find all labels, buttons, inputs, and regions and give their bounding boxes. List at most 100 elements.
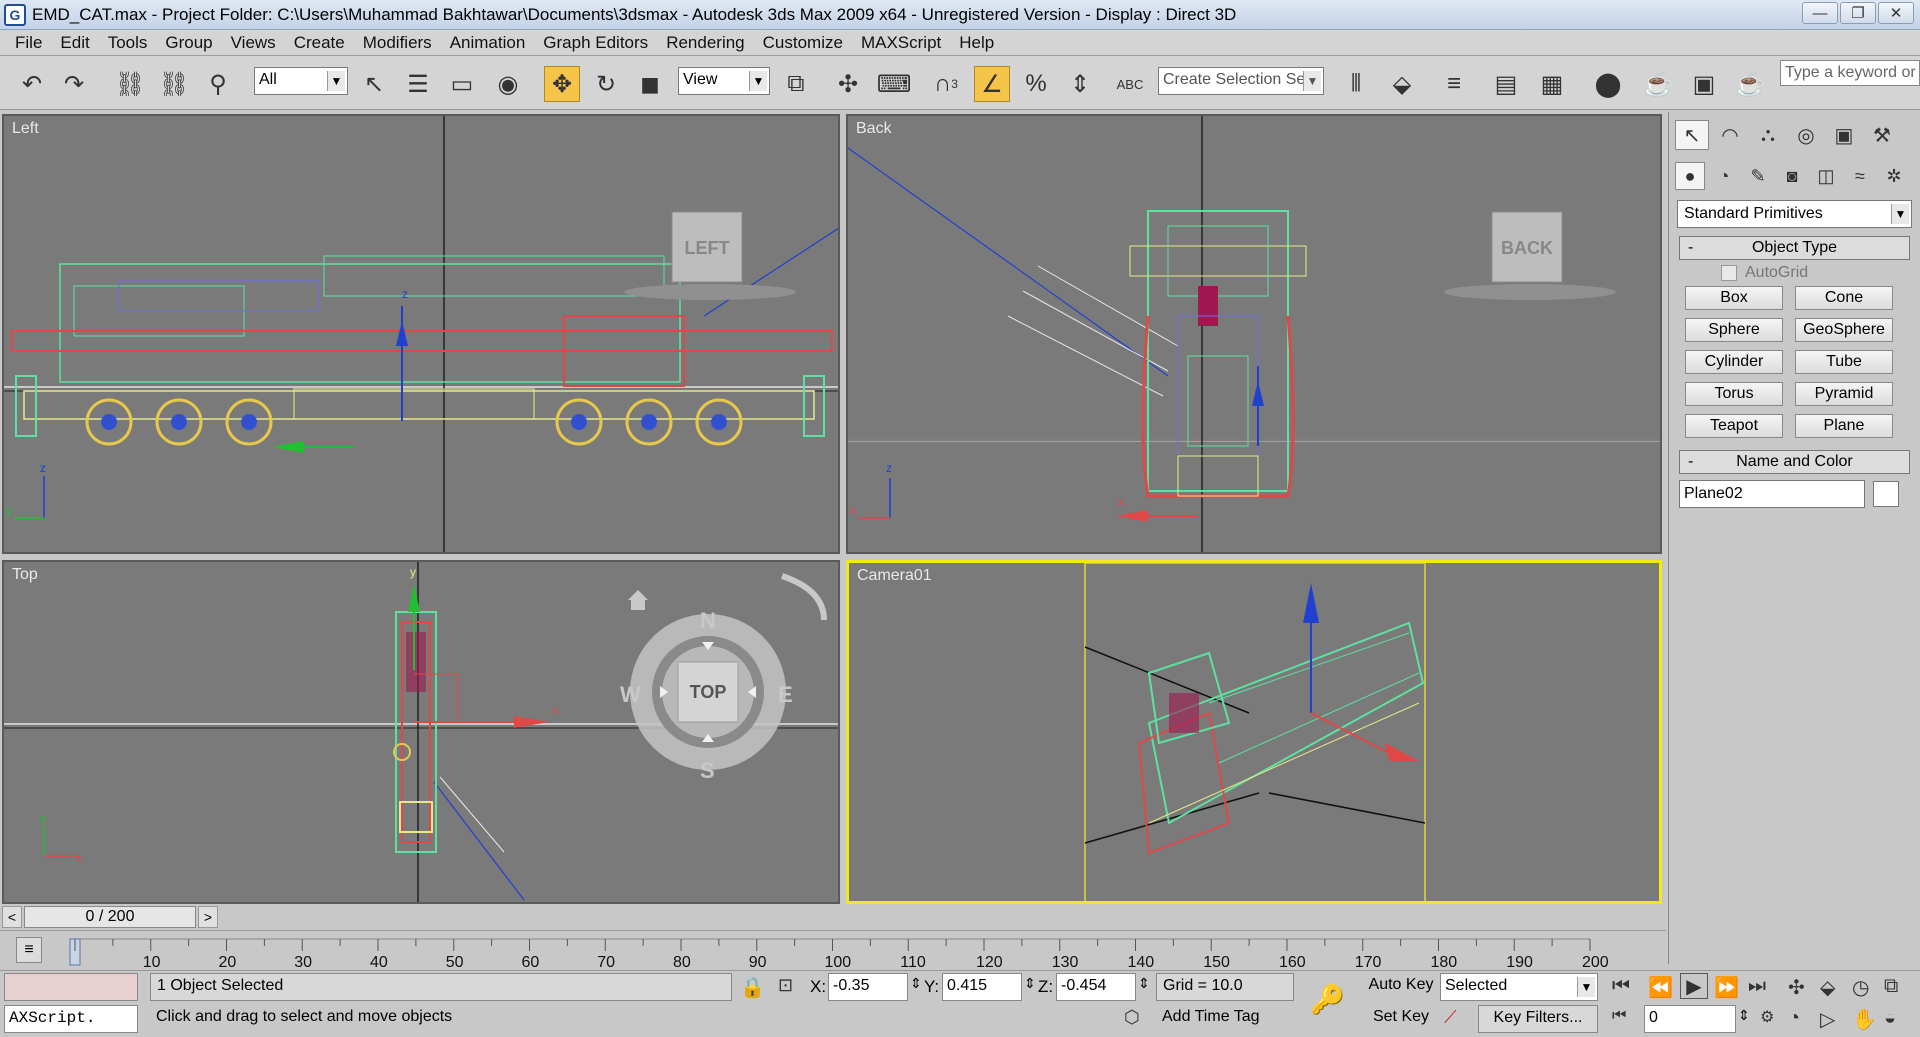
auto-key-button[interactable]: Auto Key [1362, 973, 1440, 1001]
viewcube-face-label[interactable]: TOP [678, 682, 738, 703]
menu-file[interactable]: File [6, 33, 51, 53]
menu-modifiers[interactable]: Modifiers [354, 33, 441, 53]
selection-lock-icon[interactable]: 🔒 [740, 975, 765, 1000]
next-frame-button[interactable]: > [198, 906, 218, 928]
keyboard-shortcut-icon[interactable]: ⌨ [876, 66, 912, 102]
pan-view-icon[interactable]: ✋ [1852, 1007, 1877, 1032]
key-filters-button[interactable]: Key Filters... [1478, 1005, 1598, 1033]
viewport-back[interactable]: x z x Back BACK [846, 114, 1662, 554]
cameras-icon[interactable]: ◙ [1777, 162, 1807, 190]
y-spinner[interactable]: ⇕ [1024, 975, 1036, 992]
pivot-center-icon[interactable]: ⧉ [778, 66, 814, 102]
systems-icon[interactable]: ✲ [1879, 162, 1909, 190]
maxscript-mini-input[interactable]: AXScript. [4, 1005, 138, 1033]
name-and-color-rollout-header[interactable]: - Name and Color [1679, 450, 1910, 474]
zoom-extents-icon[interactable]: ◷ [1852, 975, 1869, 1000]
go-to-end-icon[interactable]: ⏭ [1748, 975, 1766, 998]
viewport-top[interactable]: x y y x Top TOP N S E W [2, 560, 840, 904]
hierarchy-tab-icon[interactable]: ⛬ [1751, 120, 1785, 150]
schematic-view-icon[interactable]: ▦ [1534, 66, 1570, 102]
truck-camera-icon[interactable]: ▷ [1820, 1007, 1835, 1032]
angle-snap-icon[interactable]: ∠ [974, 66, 1010, 102]
motion-tab-icon[interactable]: ◎ [1789, 120, 1823, 150]
viewport-label-left[interactable]: Left [12, 120, 39, 138]
minimize-button[interactable]: — [1802, 2, 1838, 24]
layer-manager-icon[interactable]: ≡ [1436, 66, 1472, 102]
manipulate-icon[interactable]: ✣ [830, 66, 866, 102]
maxscript-listener-mini[interactable] [4, 973, 138, 1001]
object-type-rollout-header[interactable]: - Object Type [1679, 236, 1910, 260]
next-frame-icon[interactable]: ⏩ [1714, 975, 1739, 1000]
z-coordinate-input[interactable]: -0.454 [1056, 973, 1136, 1001]
z-spinner[interactable]: ⇕ [1138, 975, 1150, 992]
space-warps-icon[interactable]: ≈ [1845, 162, 1875, 190]
set-key-icon[interactable]: 🔑 [1310, 983, 1345, 1016]
material-editor-icon[interactable]: ⬤ [1590, 66, 1626, 102]
menu-edit[interactable]: Edit [51, 33, 98, 53]
sphere-button[interactable]: Sphere [1685, 318, 1783, 342]
object-name-input[interactable]: Plane02 [1679, 480, 1865, 508]
pyramid-button[interactable]: Pyramid [1795, 382, 1893, 406]
reference-coordinate-dropdown[interactable]: View ▼ [678, 67, 770, 95]
rectangular-selection-icon[interactable]: ▭ [444, 66, 480, 102]
selection-filter-dropdown[interactable]: All ▼ [254, 67, 348, 95]
rendered-frame-window-icon[interactable]: ▣ [1686, 66, 1722, 102]
menu-customize[interactable]: Customize [754, 33, 852, 53]
geosphere-button[interactable]: GeoSphere [1795, 318, 1893, 342]
select-and-scale-icon[interactable]: ◼ [632, 66, 668, 102]
add-time-tag-button[interactable]: Add Time Tag [1156, 1005, 1294, 1033]
edit-named-selection-icon[interactable]: ABC [1112, 66, 1148, 102]
search-input[interactable]: Type a keyword or [1780, 60, 1920, 86]
select-and-link-icon[interactable]: ⛓ [112, 66, 148, 102]
default-in-out-tangent-icon[interactable]: ⟋ [1444, 1007, 1457, 1028]
geometry-icon[interactable]: ● [1675, 162, 1705, 190]
viewport-left[interactable]: z z y Left LEFT [2, 114, 840, 554]
select-by-name-icon[interactable]: ☰ [400, 66, 436, 102]
shapes-icon[interactable]: ◔ [1709, 162, 1739, 190]
modify-tab-icon[interactable]: ◠ [1713, 120, 1747, 150]
cone-button[interactable]: Cone [1795, 286, 1893, 310]
home-icon[interactable] [628, 590, 648, 610]
create-tab-icon[interactable]: ↖ [1675, 120, 1709, 150]
display-tab-icon[interactable]: ▣ [1827, 120, 1861, 150]
object-color-swatch[interactable] [1873, 481, 1899, 507]
maximize-button[interactable]: ❐ [1840, 2, 1876, 24]
menu-group[interactable]: Group [156, 33, 221, 53]
plane-button[interactable]: Plane [1795, 414, 1893, 438]
box-button[interactable]: Box [1685, 286, 1783, 310]
x-coordinate-input[interactable]: -0.35 [828, 973, 908, 1001]
absolute-mode-icon[interactable]: ⊡ [778, 975, 793, 996]
render-production-icon[interactable]: ☕ [1732, 66, 1768, 102]
undo-icon[interactable]: ↶ [14, 66, 50, 102]
unlink-icon[interactable]: ⛓ [156, 66, 192, 102]
field-of-view-icon[interactable]: ◔ [1788, 1007, 1800, 1030]
named-selection-set-dropdown[interactable]: Create Selection Set ▼ [1158, 67, 1324, 95]
utilities-tab-icon[interactable]: ⚒ [1865, 120, 1899, 150]
time-configuration-icon[interactable]: ⚙ [1760, 1007, 1774, 1027]
menu-create[interactable]: Create [285, 33, 354, 53]
select-object-icon[interactable]: ↖ [356, 66, 392, 102]
percent-snap-icon[interactable]: % [1018, 66, 1054, 102]
lights-icon[interactable]: ✎ [1743, 162, 1773, 190]
torus-button[interactable]: Torus [1685, 382, 1783, 406]
zoom-icon[interactable]: ✣ [1788, 975, 1805, 1000]
tube-button[interactable]: Tube [1795, 350, 1893, 374]
align-icon[interactable]: ⬙ [1384, 66, 1420, 102]
mirror-icon[interactable]: ⫴ [1338, 66, 1374, 102]
teapot-button[interactable]: Teapot [1685, 414, 1783, 438]
close-button[interactable]: ✕ [1878, 2, 1914, 24]
menu-maxscript[interactable]: MAXScript [852, 33, 950, 53]
viewport-camera[interactable]: Camera01 [846, 560, 1662, 904]
zoom-all-icon[interactable]: ⬙ [1820, 975, 1835, 1000]
select-and-rotate-icon[interactable]: ↻ [588, 66, 624, 102]
cylinder-button[interactable]: Cylinder [1685, 350, 1783, 374]
primitive-category-dropdown[interactable]: Standard Primitives ▼ [1677, 200, 1912, 228]
track-bar[interactable]: ≡ 10 20 30 40 50 60 70 80 90 100 110 120 130 140 150 16… [0, 930, 1666, 971]
time-slider-thumb[interactable]: 0 / 200 [24, 906, 196, 928]
set-key-button[interactable]: Set Key [1362, 1005, 1440, 1033]
curve-editor-icon[interactable]: ▤ [1488, 66, 1524, 102]
select-and-move-icon[interactable]: ✥ [544, 66, 580, 102]
helpers-icon[interactable]: ◫ [1811, 162, 1841, 190]
viewport-label-camera[interactable]: Camera01 [857, 567, 932, 585]
viewport-label-top[interactable]: Top [12, 566, 38, 584]
